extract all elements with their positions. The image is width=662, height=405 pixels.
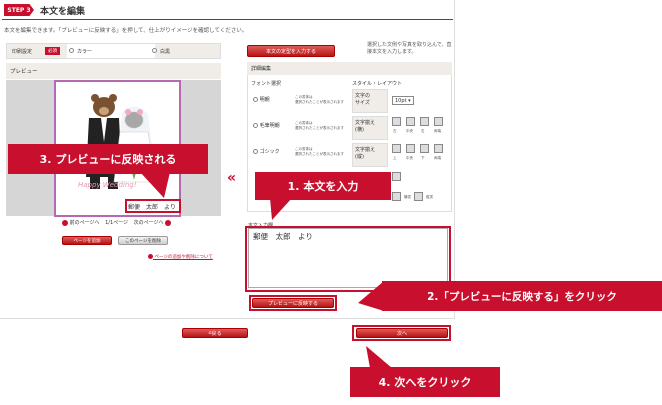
align-h-right-text: 右 xyxy=(421,129,425,133)
info-icon xyxy=(148,254,153,259)
horizontal-writing-text: 横書 xyxy=(404,195,411,199)
arrow-left-icon: « xyxy=(227,170,237,186)
preview-heading: プレビュー xyxy=(6,63,221,79)
font-name-brush: 毛筆明朝 xyxy=(259,123,280,129)
page-title: 本文を編集 xyxy=(40,7,86,17)
align-right-icon[interactable] xyxy=(420,117,429,126)
horizontal-writing-icon[interactable] xyxy=(392,192,401,201)
align-h-options: 左 中央 右 両端 xyxy=(392,117,452,139)
next-page-icon[interactable] xyxy=(165,219,172,226)
font-option-brush[interactable]: 毛筆明朝 xyxy=(253,122,280,129)
callout-2-pointer xyxy=(358,281,384,311)
detail-edit-heading: 詳細編集 xyxy=(247,62,452,75)
template-input-button[interactable]: 本文の定型を入力する xyxy=(247,45,335,57)
required-badge: 必須 xyxy=(45,47,60,55)
text-color-icon[interactable] xyxy=(392,172,401,181)
page-pager: 前のページへ 1/1ページ 次のページへ xyxy=(62,219,172,226)
callout-3: 3. プレビューに反映される xyxy=(8,144,208,174)
font-name-mincho: 明朝 xyxy=(259,97,270,103)
align-center-icon[interactable] xyxy=(406,117,415,126)
align-justify-icon[interactable] xyxy=(434,117,443,126)
back-button-label: 戻る xyxy=(211,330,222,337)
font-size-value: 10pt xyxy=(395,98,407,104)
font-size-label: 文字の サイズ xyxy=(352,89,388,113)
font-radio-gothic[interactable] xyxy=(253,149,258,154)
align-v-bottom-text: 下 xyxy=(421,156,425,160)
next-page-link[interactable]: 次のページへ xyxy=(134,220,164,226)
align-left-icon[interactable] xyxy=(392,117,401,126)
color-radio[interactable] xyxy=(69,48,74,53)
align-v-justify-text: 両端 xyxy=(434,156,441,160)
align-h-left-text: 左 xyxy=(393,129,397,133)
align-v-label: 文字揃え (縦) xyxy=(352,143,388,167)
page-status: 1/1ページ xyxy=(105,220,129,226)
callout-4: 4. 次へをクリック xyxy=(350,367,500,397)
font-sample-mincho: この書体は 選択されたことが表示されます xyxy=(295,95,344,104)
vertical-writing-text: 縦書 xyxy=(426,195,433,199)
vertical-writing-icon[interactable] xyxy=(414,192,423,201)
delete-page-button[interactable]: このページを削除 xyxy=(118,236,168,245)
reflect-button-highlight xyxy=(249,295,337,311)
font-name-gothic: ゴシック xyxy=(259,149,280,155)
align-h-label: 文字揃え (横) xyxy=(352,116,388,140)
valign-justify-icon[interactable] xyxy=(434,144,443,153)
font-radio-mincho[interactable] xyxy=(253,97,258,102)
valign-top-icon[interactable] xyxy=(392,144,401,153)
mono-label: 白黒 xyxy=(160,49,171,55)
callout-2: 2.「プレビューに反映する」をクリック xyxy=(382,281,662,311)
back-button[interactable]: ⌂ 戻る xyxy=(182,328,248,338)
page-description: 本文を編集できます。「プレビューに反映する」を押して、仕上がりイメージを確認して… xyxy=(4,28,248,34)
font-sample-brush: この書体は 選択されたことが表示されます xyxy=(295,121,344,130)
valign-middle-icon[interactable] xyxy=(406,144,415,153)
font-option-gothic[interactable]: ゴシック xyxy=(253,148,280,155)
title-divider xyxy=(2,19,453,20)
names-highlight xyxy=(125,199,181,213)
mono-radio[interactable] xyxy=(152,48,157,53)
color-label: カラー xyxy=(77,49,93,55)
prev-page-icon[interactable] xyxy=(62,219,68,226)
align-h-justify-text: 両端 xyxy=(434,129,441,133)
align-v-options: 上 中央 下 両端 xyxy=(392,144,452,166)
align-v-top-text: 上 xyxy=(393,156,397,160)
add-page-button[interactable]: ページを追加 xyxy=(62,236,112,245)
next-button-highlight xyxy=(352,325,451,341)
guide-text: 選択した文例や写真を取り込んで、直接本文を入力します。 xyxy=(367,42,452,55)
font-sample-gothic: この書体は 選択されたことが表示されます xyxy=(295,147,344,156)
font-select-heading: フォント選択 xyxy=(251,81,282,87)
step-badge: STEP 3 xyxy=(4,4,34,16)
prev-page-link[interactable]: 前のページへ xyxy=(70,220,100,226)
align-h-center-text: 中央 xyxy=(406,129,413,133)
style-layout-heading: スタイル・レイアウト xyxy=(352,81,403,87)
page-note-link[interactable]: ページの追加や削除について xyxy=(148,254,213,260)
font-size-select[interactable]: 10pt ▾ xyxy=(392,96,414,105)
align-v-middle-text: 中央 xyxy=(406,156,413,160)
font-radio-brush[interactable] xyxy=(253,123,258,128)
callout-1-pointer xyxy=(270,198,292,220)
font-option-mincho[interactable]: 明朝 xyxy=(253,96,270,103)
print-options-label: 印刷設定 xyxy=(12,49,33,55)
callout-3-pointer xyxy=(140,172,170,198)
callout-1: 1. 本文を入力 xyxy=(255,172,391,200)
page-note-link-text[interactable]: ページの追加や削除について xyxy=(154,255,212,260)
callout-4-pointer xyxy=(366,346,392,368)
print-options-bar: 印刷設定 必須 カラー 白黒 xyxy=(6,43,221,59)
valign-bottom-icon[interactable] xyxy=(420,144,429,153)
font-list: 明朝 この書体は 選択されたことが表示されます 毛筆明朝 この書体は 選択された… xyxy=(249,88,349,168)
